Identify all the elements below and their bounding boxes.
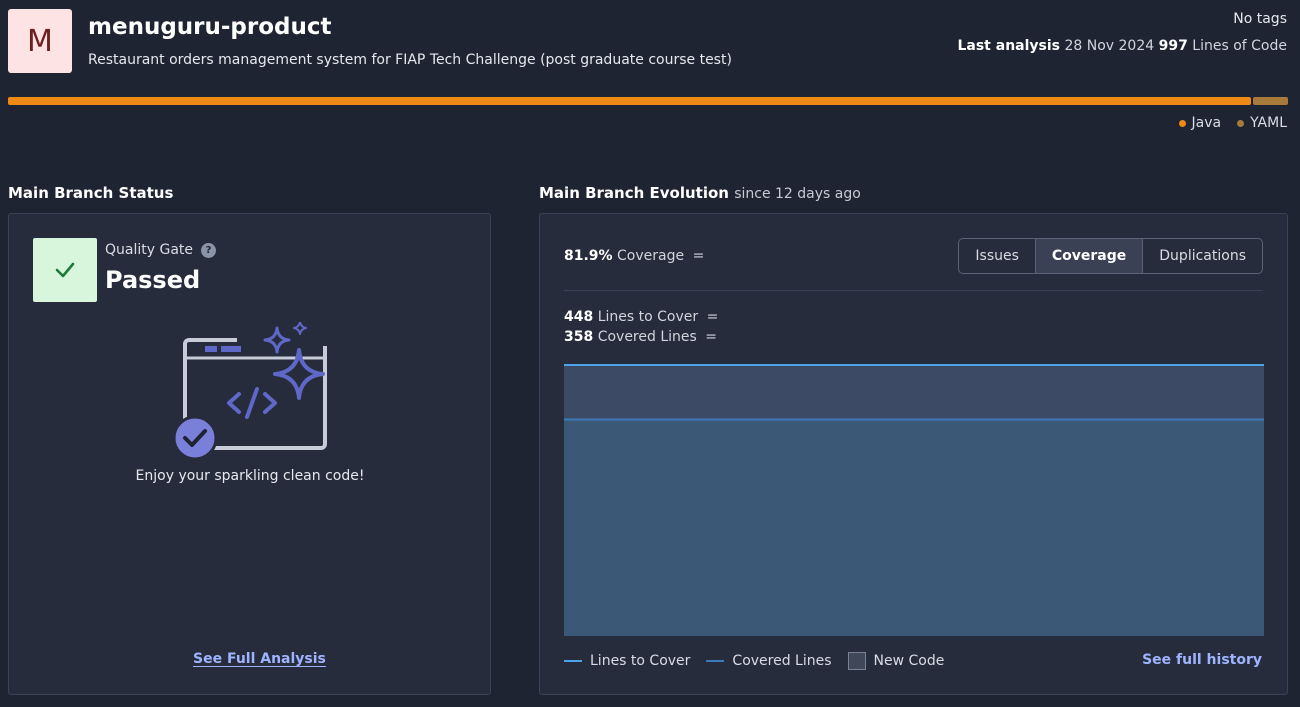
main-branch-evolution-header: Main Branch Evolution since 12 days ago <box>539 184 861 202</box>
language-legend-java: Java <box>1178 115 1222 131</box>
see-full-analysis-link[interactable]: See Full Analysis <box>193 651 326 667</box>
last-analysis-date: 28 Nov 2024 <box>1064 38 1155 54</box>
quality-gate-label-row: Quality Gate ? <box>105 242 217 258</box>
covered-lines-swatch <box>706 660 725 662</box>
legend-lines-to-cover[interactable]: Lines to Cover <box>564 652 690 670</box>
language-distribution-bar <box>8 97 1288 105</box>
lines-to-cover-label: Lines to Cover <box>597 309 699 325</box>
tab-issues[interactable]: Issues <box>959 239 1036 273</box>
language-label-java: Java <box>1191 115 1222 131</box>
project-avatar: M <box>8 9 72 73</box>
language-legend-yaml: YAML <box>1237 115 1287 131</box>
lines-to-cover-value: 448 <box>564 309 594 325</box>
card-divider <box>564 290 1263 291</box>
covered-lines-label: Covered Lines <box>597 329 697 345</box>
chart-legend: Lines to Cover Covered Lines New Code <box>564 652 944 670</box>
project-tags[interactable]: No tags <box>1233 11 1287 27</box>
lines-to-cover-swatch <box>564 660 582 662</box>
language-label-yaml: YAML <box>1250 115 1287 131</box>
loc-label: Lines of Code <box>1192 38 1287 54</box>
project-title: menuguru-product <box>88 14 332 40</box>
legend-new-code-label: New Code <box>873 653 945 669</box>
area-covered-lines <box>564 419 1264 636</box>
clean-code-message: Enjoy your sparkling clean code! <box>135 468 365 484</box>
coverage-trend-icon: = <box>692 248 705 264</box>
last-analysis-label: Last analysis <box>957 38 1061 54</box>
metric-tab-group: Issues Coverage Duplications <box>958 238 1263 274</box>
tab-duplications[interactable]: Duplications <box>1143 239 1262 273</box>
main-branch-evolution-title: Main Branch Evolution <box>539 184 729 202</box>
last-analysis-info: Last analysis 28 Nov 2024 997 Lines of C… <box>957 38 1287 54</box>
quality-gate-check-icon <box>33 238 97 302</box>
language-segment-java <box>8 97 1252 105</box>
covered-lines-summary: 358 Covered Lines = <box>564 329 717 345</box>
clean-code-illustration-icon <box>172 322 337 461</box>
coverage-value: 81.9% <box>564 248 613 264</box>
java-dot-icon <box>1178 119 1186 127</box>
quality-gate-card: Quality Gate ? Passed Enjoy your sparkli… <box>8 213 491 695</box>
coverage-chart <box>564 364 1264 636</box>
avatar-letter: M <box>27 23 53 59</box>
loc-value: 997 <box>1158 38 1188 54</box>
language-legend: Java YAML <box>1178 115 1287 131</box>
help-icon[interactable]: ? <box>201 242 217 258</box>
coverage-label: Coverage <box>617 248 685 264</box>
lines-to-cover-summary: 448 Lines to Cover = <box>564 309 718 325</box>
legend-lines-to-cover-label: Lines to Cover <box>590 653 691 669</box>
quality-gate-status: Passed <box>105 266 201 294</box>
legend-new-code: New Code <box>847 652 945 670</box>
tab-coverage[interactable]: Coverage <box>1035 239 1144 273</box>
legend-covered-lines-label: Covered Lines <box>732 653 832 669</box>
lines-to-cover-trend-icon: = <box>706 309 719 325</box>
evolution-card: 81.9% Coverage = Issues Coverage Duplica… <box>539 213 1288 695</box>
covered-lines-trend-icon: = <box>705 329 717 345</box>
yaml-dot-icon <box>1237 119 1245 127</box>
language-segment-yaml <box>1253 97 1288 105</box>
new-code-swatch <box>847 652 866 670</box>
see-full-history-link[interactable]: See full history <box>1142 652 1262 668</box>
quality-gate-label: Quality Gate <box>105 242 194 258</box>
evolution-since: since 12 days ago <box>734 186 861 202</box>
legend-covered-lines[interactable]: Covered Lines <box>706 652 832 670</box>
main-branch-status-title: Main Branch Status <box>8 184 174 202</box>
project-description: Restaurant orders management system for … <box>88 52 732 68</box>
covered-lines-value: 358 <box>564 329 594 345</box>
coverage-summary: 81.9% Coverage = <box>564 248 704 264</box>
